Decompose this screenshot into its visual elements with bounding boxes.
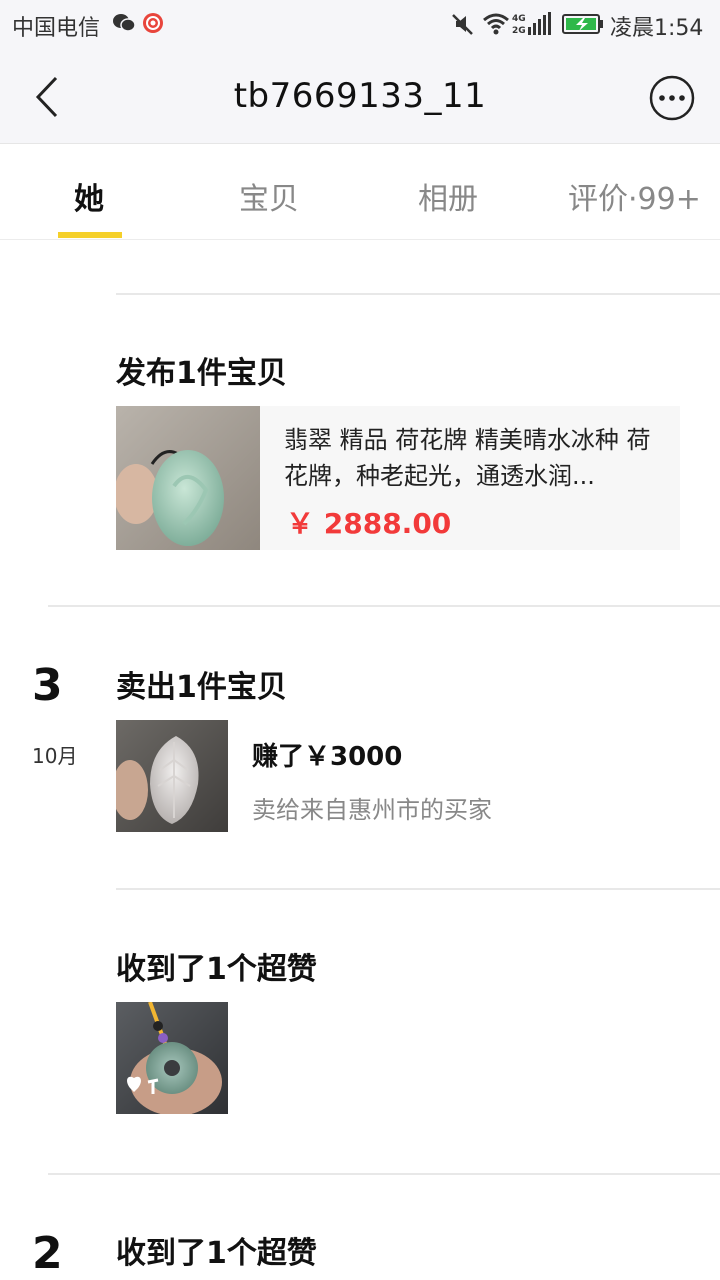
divider: [48, 1173, 720, 1175]
event-title-likes: 收到了1个超赞: [116, 1236, 317, 1271]
earned-amount: 赚了￥3000: [252, 742, 403, 772]
date-day: 2: [32, 1228, 63, 1279]
item-description: 翡翠 精品 荷花牌 精美晴水冰种 荷花牌，种老起光，通透水润...: [284, 426, 651, 490]
date-month: 10月: [32, 744, 78, 768]
carrier-label: 中国电信: [12, 16, 101, 41]
event-title-likes: 收到了1个超赞: [116, 952, 317, 987]
tab-reviews[interactable]: 评价·99+: [568, 174, 701, 218]
tab-album[interactable]: 相册: [418, 174, 478, 218]
item-price: ￥ 2888.00: [286, 507, 452, 540]
event-title-sold: 卖出1件宝贝: [116, 670, 287, 705]
event-title-publish: 发布1件宝贝: [116, 356, 287, 391]
divider: [48, 605, 720, 607]
tab-bar: 她 宝贝 相册 评价·99+: [0, 144, 720, 240]
jade-pendant-image: [116, 406, 260, 550]
wifi-icon: [483, 13, 509, 35]
buyer-location: 卖给来自惠州市的买家: [252, 796, 492, 824]
tab-items[interactable]: 宝贝: [239, 174, 299, 218]
tab-her[interactable]: 她: [74, 174, 104, 218]
status-bar: 中国电信 4G 2G 凌晨1:54: [0, 0, 720, 50]
nav-bar: tb7669133_11: [0, 50, 720, 144]
wechat-icon: [113, 14, 136, 32]
sold-pendant-image[interactable]: [116, 720, 228, 832]
page-title: tb7669133_11: [233, 76, 487, 116]
divider: [116, 888, 720, 890]
svg-text:4G: 4G: [512, 14, 526, 24]
liked-pendant-image[interactable]: [116, 1002, 228, 1114]
more-dots-icon[interactable]: [649, 75, 695, 121]
signal-icon: 4G 2G: [512, 12, 551, 36]
active-tab-indicator: [58, 232, 122, 238]
published-item-card[interactable]: 翡翠 精品 荷花牌 精美晴水冰种 荷花牌，种老起光，通透水润... ￥ 2888…: [116, 406, 680, 550]
app-notification-icon: [143, 13, 163, 33]
svg-text:2G: 2G: [512, 26, 526, 36]
clock: 凌晨1:54: [610, 16, 704, 41]
mute-icon: [452, 14, 473, 35]
date-day: 3: [32, 660, 63, 711]
battery-charging-icon: [562, 14, 603, 34]
divider: [116, 293, 720, 295]
